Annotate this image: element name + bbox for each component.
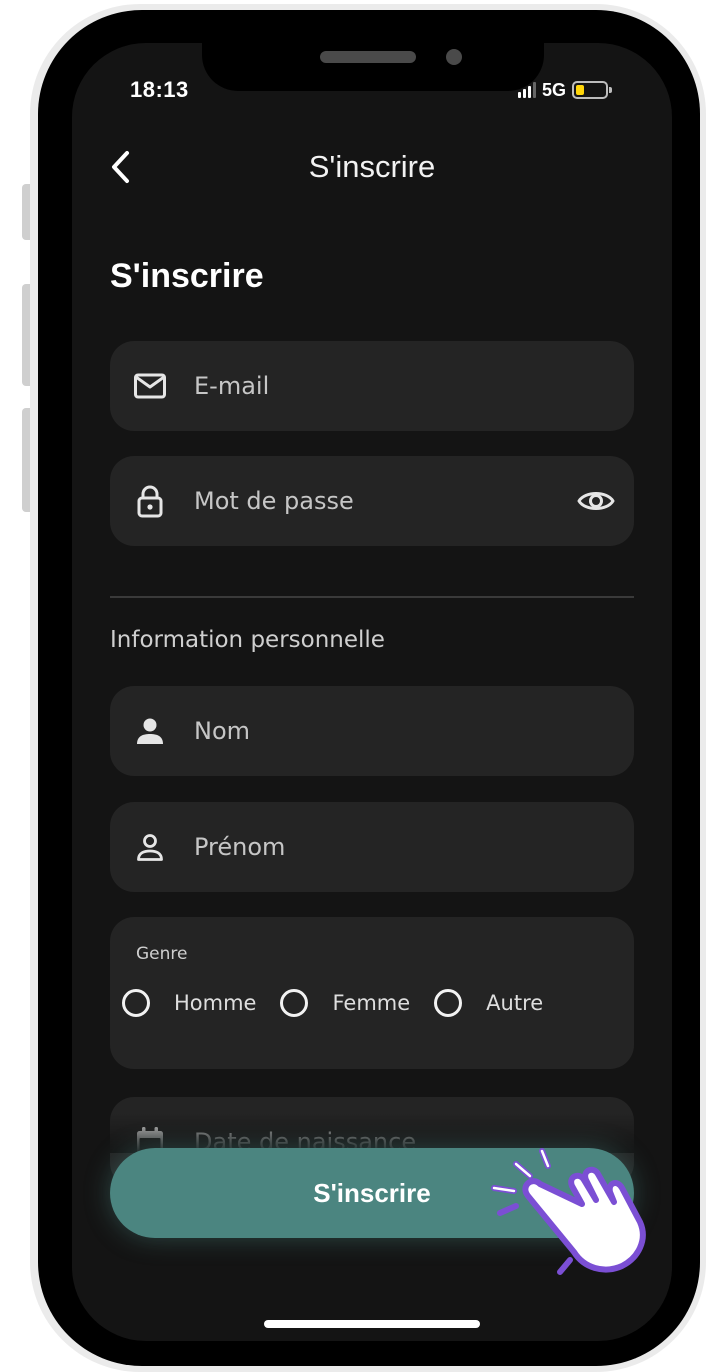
home-indicator[interactable] <box>264 1320 480 1328</box>
mail-icon <box>132 368 168 404</box>
lock-icon <box>132 483 168 519</box>
person-filled-icon <box>132 713 168 749</box>
gender-label: Genre <box>136 944 188 964</box>
gender-option-label: Autre <box>486 991 544 1015</box>
gender-option-label: Homme <box>174 991 257 1015</box>
email-field[interactable] <box>110 341 634 431</box>
eye-icon <box>577 492 615 510</box>
nav-title: S'inscrire <box>308 149 436 184</box>
speaker-grille <box>320 51 416 63</box>
gender-option-femme[interactable]: Femme <box>280 989 410 1017</box>
status-indicators: 5G <box>518 79 613 101</box>
battery-icon <box>572 81 613 99</box>
scroll-fade <box>72 1113 672 1153</box>
section-divider <box>110 596 634 598</box>
gender-option-homme[interactable]: Homme <box>122 989 256 1017</box>
notch <box>202 43 544 91</box>
status-time: 18:13 <box>130 77 189 102</box>
password-input[interactable] <box>194 456 554 546</box>
gender-options: Homme Femme Autre <box>122 987 543 1019</box>
radio-icon[interactable] <box>280 989 309 1017</box>
signal-icon <box>518 82 536 98</box>
front-camera <box>446 49 462 65</box>
toggle-password-button[interactable] <box>576 481 616 521</box>
radio-icon[interactable] <box>434 989 463 1017</box>
password-field[interactable] <box>110 456 634 546</box>
personal-info-heading: Information personnelle <box>110 627 385 653</box>
person-outline-icon <box>132 829 168 865</box>
gender-option-autre[interactable]: Autre <box>434 989 543 1017</box>
first-name-input[interactable] <box>194 802 554 892</box>
email-input[interactable] <box>194 341 554 431</box>
network-type: 5G <box>542 79 567 100</box>
hand-tap-icon <box>491 1148 646 1275</box>
app-screen: 18:13 5G S'inscrire S'inscrire E-mail In… <box>72 43 672 1341</box>
radio-icon[interactable] <box>122 989 150 1017</box>
page-title: S'inscrire <box>110 257 264 295</box>
last-name-input[interactable] <box>194 686 554 776</box>
first-name-field[interactable] <box>110 802 634 892</box>
gender-option-label: Femme <box>332 991 411 1015</box>
last-name-field[interactable] <box>110 686 634 776</box>
